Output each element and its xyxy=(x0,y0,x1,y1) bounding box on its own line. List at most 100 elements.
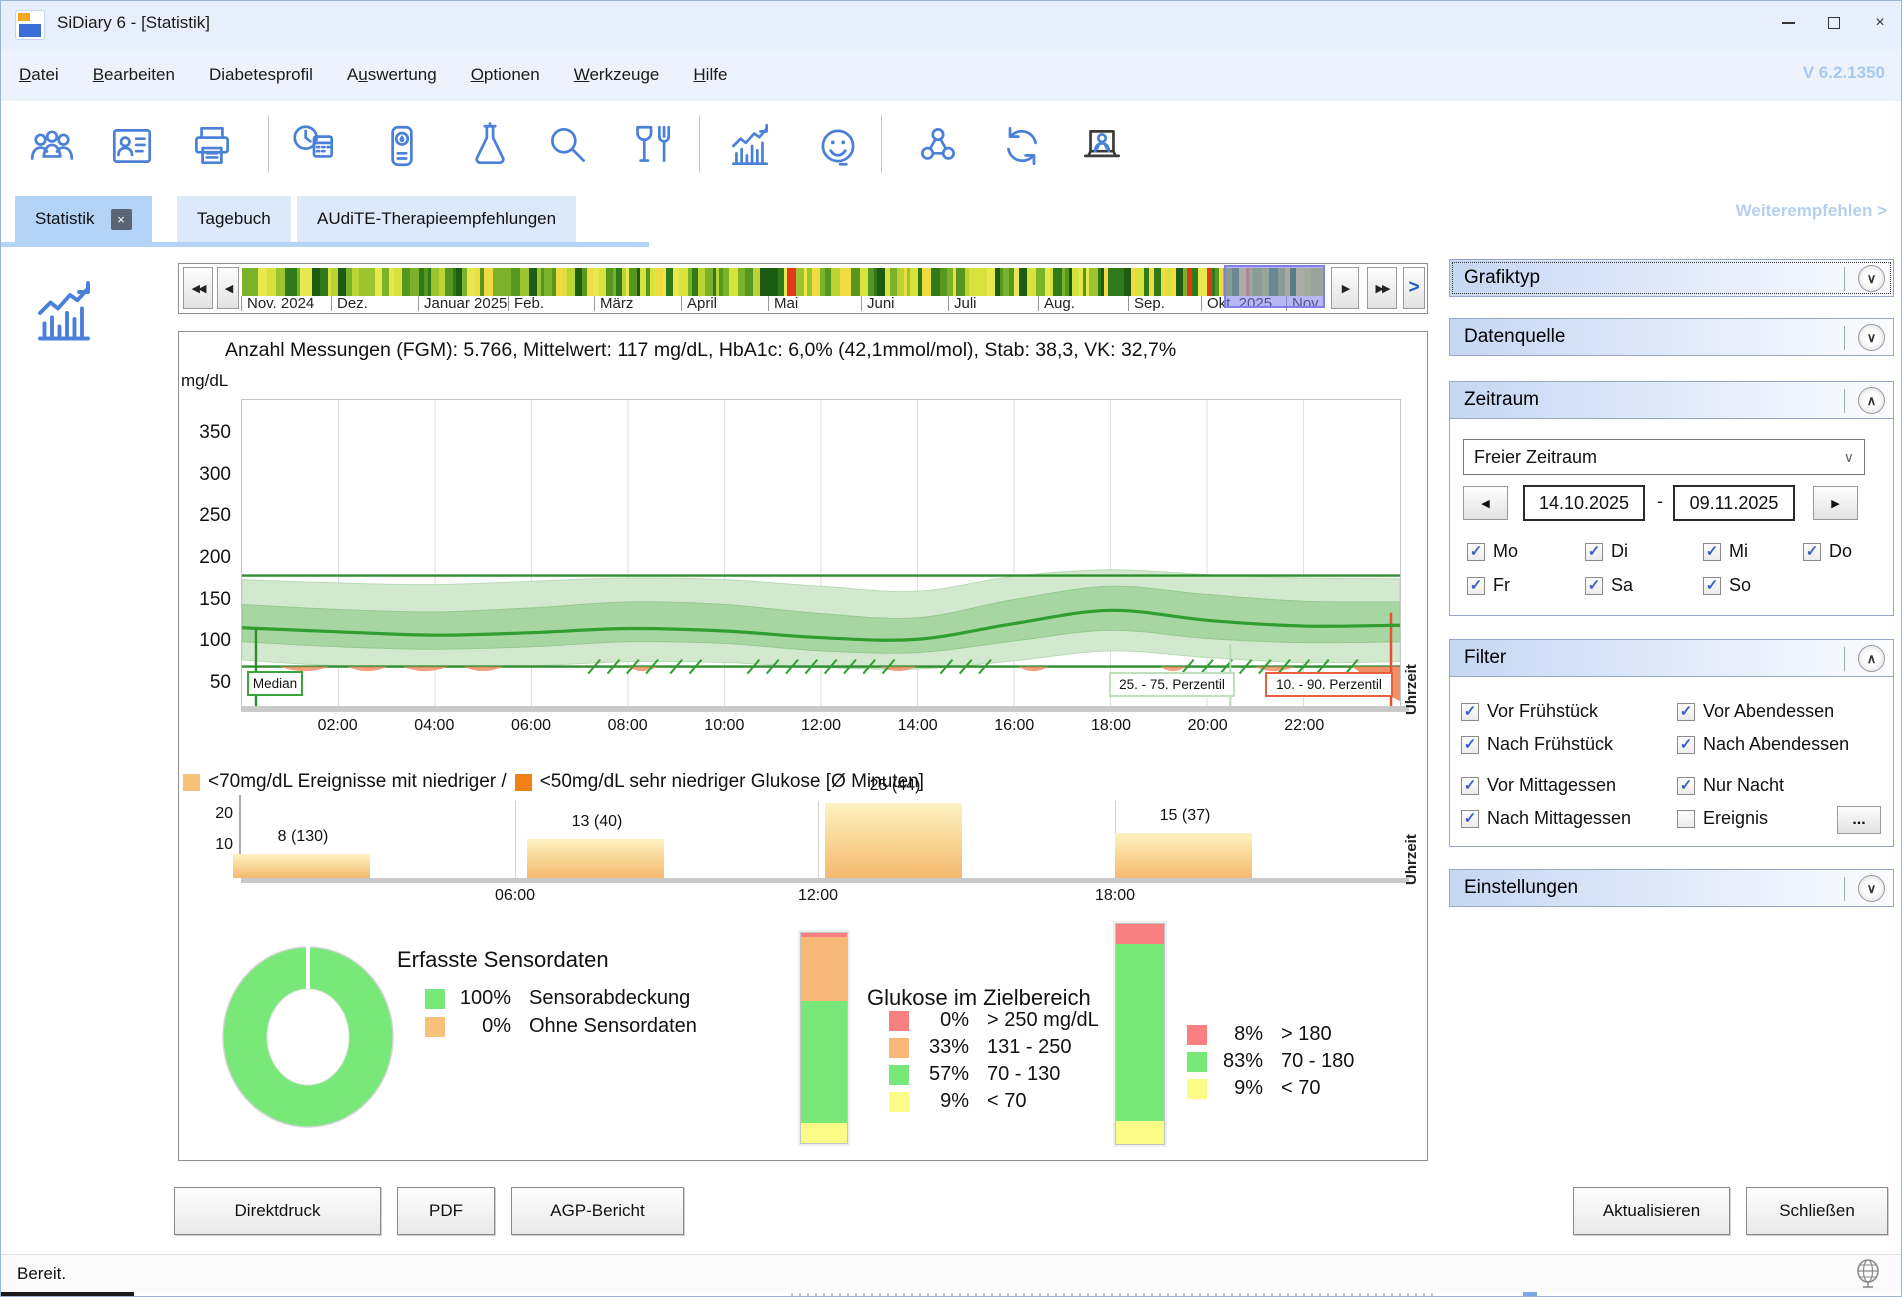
section-header-datenquelle[interactable]: Datenquelle∨ xyxy=(1449,318,1894,356)
timeline-prev-button[interactable]: ◀ xyxy=(217,267,239,309)
menu-item-werkzeuge[interactable]: Werkzeuge xyxy=(574,65,660,85)
checkbox-vor-frühstück[interactable]: ✓Vor Frühstück xyxy=(1461,701,1598,722)
zeitraum-preset-dropdown[interactable]: Freier Zeitraum ∨ xyxy=(1463,439,1865,475)
event-filter-more-button[interactable]: ... xyxy=(1837,806,1881,834)
checkbox-vor-abendessen[interactable]: ✓ Vor Abendessen xyxy=(1677,701,1834,722)
timeline-day-stripe xyxy=(812,268,820,296)
checkbox-label: Vor Abendessen xyxy=(1703,701,1834,722)
meal-icon[interactable] xyxy=(625,119,675,173)
checkbox-di[interactable]: ✓Di xyxy=(1585,541,1628,562)
flask-icon[interactable] xyxy=(465,119,515,173)
version-label: V 6.2.1350 xyxy=(1803,63,1885,83)
section-header-filter[interactable]: Filter∧ xyxy=(1449,639,1894,677)
checkbox-checked[interactable]: ✓ xyxy=(1467,543,1485,561)
timeline-day-stripe xyxy=(760,268,769,296)
checkbox-checked[interactable]: ✓ xyxy=(1677,777,1695,795)
checkbox-checked[interactable]: ✓ xyxy=(1677,703,1695,721)
timeline-month-tick xyxy=(241,296,242,311)
header-separator xyxy=(1844,326,1845,350)
printer-icon[interactable] xyxy=(187,119,237,173)
minimize-button[interactable] xyxy=(1765,1,1811,45)
timeline-day-stripe xyxy=(769,268,778,296)
date-next-button[interactable]: ▶ xyxy=(1813,486,1858,520)
date-from-field[interactable]: 14.10.2025 xyxy=(1523,485,1645,521)
checkbox-checked[interactable]: ✓ xyxy=(1703,577,1721,595)
screen-edge-artifact xyxy=(1,1292,1901,1297)
timeline-selection[interactable] xyxy=(1224,265,1325,308)
agp-x-tick-label: 10:00 xyxy=(692,717,756,735)
target-bar-segment xyxy=(1116,924,1164,944)
chevron-down-icon[interactable]: ∨ xyxy=(1858,875,1885,902)
header-separator xyxy=(1844,267,1845,291)
checkbox-nur-nacht[interactable]: ✓Nur Nacht xyxy=(1677,775,1784,796)
timeline-last-button[interactable]: ▶▶ xyxy=(1367,267,1397,309)
tab-close-icon[interactable]: × xyxy=(111,209,132,230)
sync-icon[interactable] xyxy=(997,119,1047,173)
checkbox-mi[interactable]: ✓Mi xyxy=(1703,541,1748,562)
smiley-icon[interactable] xyxy=(813,119,863,173)
timeline-forward-button[interactable]: > xyxy=(1403,267,1425,309)
telemed-icon[interactable] xyxy=(1077,119,1127,173)
share-icon[interactable] xyxy=(913,119,963,173)
checkbox-mo[interactable]: ✓Mo xyxy=(1467,541,1518,562)
pdf-button[interactable]: PDF xyxy=(397,1187,495,1235)
checkbox-checked[interactable]: ✓ xyxy=(1585,577,1603,595)
clockcal-icon[interactable] xyxy=(289,119,339,173)
checkbox-nach-abendessen[interactable]: ✓Nach Abendessen xyxy=(1677,734,1849,755)
tab-tagebuch[interactable]: Tagebuch xyxy=(177,196,291,242)
aktualisieren-button[interactable]: Aktualisieren xyxy=(1573,1187,1730,1235)
checkbox-nach-frühstück[interactable]: ✓Nach Frühstück xyxy=(1461,734,1613,755)
checkbox-ereignis[interactable]: Ereignis xyxy=(1677,808,1768,829)
checkbox-checked[interactable]: ✓ xyxy=(1461,736,1479,754)
maximize-button[interactable] xyxy=(1811,1,1857,45)
checkbox-checked[interactable]: ✓ xyxy=(1461,810,1479,828)
tab-statistik[interactable]: Statistik× xyxy=(15,196,152,242)
timeline-day-stripe xyxy=(312,268,320,296)
checkbox-unchecked[interactable] xyxy=(1677,810,1695,828)
chevron-down-icon[interactable]: ∨ xyxy=(1858,324,1885,351)
checkbox-checked[interactable]: ✓ xyxy=(1803,543,1821,561)
stats-icon[interactable] xyxy=(725,119,775,173)
date-prev-button[interactable]: ◀ xyxy=(1463,486,1508,520)
search-icon[interactable] xyxy=(543,119,593,173)
timeline-first-button[interactable]: ◀◀ xyxy=(183,267,213,309)
tab-bar: Statistik× TagebuchAUdiTE-Therapieempfehl… xyxy=(1,194,1901,242)
menu-item-hilfe[interactable]: Hilfe xyxy=(693,65,727,85)
menu-item-datei[interactable]: Datei xyxy=(19,65,59,85)
menu-item-auswertung[interactable]: Auswertung xyxy=(347,65,437,85)
schlie-en-button[interactable]: Schließen xyxy=(1746,1187,1888,1235)
checkbox-fr[interactable]: ✓Fr xyxy=(1467,575,1510,596)
checkbox-nach-mittagessen[interactable]: ✓Nach Mittagessen xyxy=(1461,808,1631,829)
section-header-zeitraum[interactable]: Zeitraum∧ xyxy=(1449,381,1894,419)
checkbox-checked[interactable]: ✓ xyxy=(1461,703,1479,721)
timeline-heatmap[interactable] xyxy=(242,268,1325,296)
section-header-grafiktyp[interactable]: Grafiktyp∨ xyxy=(1449,259,1894,297)
meter-icon[interactable] xyxy=(377,119,427,173)
chevron-up-icon[interactable]: ∧ xyxy=(1858,645,1885,672)
chevron-down-icon[interactable]: ∨ xyxy=(1858,265,1885,292)
agp-bericht-button[interactable]: AGP-Bericht xyxy=(511,1187,684,1235)
users-icon[interactable] xyxy=(27,119,77,173)
date-to-field[interactable]: 09.11.2025 xyxy=(1673,485,1795,521)
checkbox-vor-mittagessen[interactable]: ✓Vor Mittagessen xyxy=(1461,775,1616,796)
header-separator xyxy=(1844,877,1845,901)
checkbox-do[interactable]: ✓Do xyxy=(1803,541,1852,562)
section-header-einstellungen[interactable]: Einstellungen∨ xyxy=(1449,869,1894,907)
checkbox-checked[interactable]: ✓ xyxy=(1461,777,1479,795)
recommend-link[interactable]: Weiterempfehlen > xyxy=(1736,201,1887,221)
menu-item-diabetesprofil[interactable]: Diabetesprofil xyxy=(209,65,313,85)
idcard-icon[interactable] xyxy=(107,119,157,173)
checkbox-sa[interactable]: ✓Sa xyxy=(1585,575,1633,596)
close-button[interactable]: × xyxy=(1857,1,1902,45)
checkbox-checked[interactable]: ✓ xyxy=(1585,543,1603,561)
chevron-up-icon[interactable]: ∧ xyxy=(1858,387,1885,414)
direktdruck-button[interactable]: Direktdruck xyxy=(174,1187,381,1235)
checkbox-checked[interactable]: ✓ xyxy=(1677,736,1695,754)
tab-audite-therapieempfehlungen[interactable]: AUdiTE-Therapieempfehlungen xyxy=(297,196,576,242)
menu-item-optionen[interactable]: Optionen xyxy=(471,65,540,85)
menu-item-bearbeiten[interactable]: Bearbeiten xyxy=(93,65,175,85)
checkbox-checked[interactable]: ✓ xyxy=(1703,543,1721,561)
timeline-next-button[interactable]: ▶ xyxy=(1331,267,1359,309)
checkbox-checked[interactable]: ✓ xyxy=(1467,577,1485,595)
checkbox-so[interactable]: ✓So xyxy=(1703,575,1751,596)
